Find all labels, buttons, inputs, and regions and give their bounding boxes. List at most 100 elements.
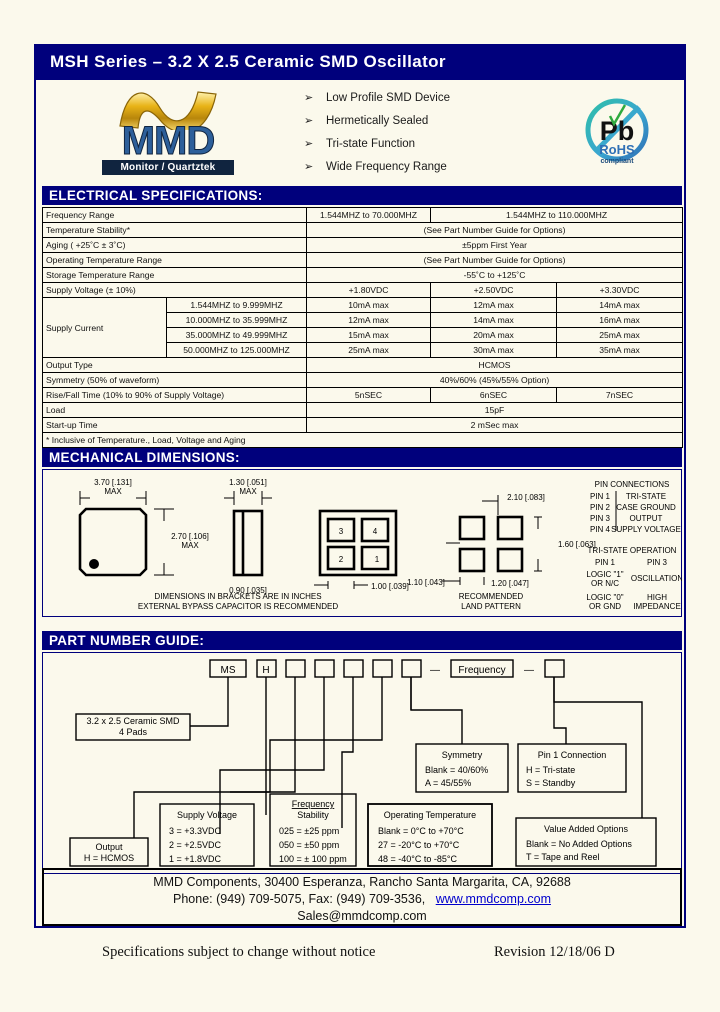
supply-current-value: 25mA max <box>306 342 432 358</box>
spec-value: -55˚C to +125˚C <box>306 267 684 283</box>
arrow-bullet-icon: ➢ <box>304 92 314 104</box>
table-row: Symmetry (50% of waveform) 40%/60% (45%/… <box>41 372 684 388</box>
tri-state-input: LOGIC "0" <box>586 593 623 602</box>
supply-current-value: 14mA max <box>556 297 684 313</box>
rohs-compliant-label: compliant <box>600 158 634 165</box>
page-title: MSH Series – 3.2 X 2.5 Ceramic SMD Oscil… <box>50 52 446 71</box>
pin-label: PIN 1 <box>590 492 611 501</box>
callout-pin1-line: H = Tri-state <box>526 765 575 775</box>
callout-supply-voltage-line: 2 = +2.5VDC <box>169 840 222 850</box>
list-item: ➢ Low Profile SMD Device <box>304 86 554 109</box>
supply-current-value: 15mA max <box>306 327 432 343</box>
supply-current-value: 25mA max <box>556 327 684 343</box>
callout-package-line1: 3.2 x 2.5 Ceramic SMD <box>86 716 180 726</box>
pin-label: PIN 2 <box>590 503 611 512</box>
pad-number: 1 <box>375 555 380 564</box>
spec-value: (See Part Number Guide for Options) <box>306 222 684 238</box>
spec-label: Start-up Time <box>41 417 308 433</box>
pad-number: 2 <box>339 555 344 564</box>
table-row: * Inclusive of Temperature., Load, Volta… <box>41 432 684 448</box>
callout-package-line2: 4 Pads <box>119 727 148 737</box>
spec-value: 5nSEC <box>306 387 432 403</box>
electrical-footnote: * Inclusive of Temperature., Load, Volta… <box>41 432 684 448</box>
feature-label: Tri-state Function <box>326 137 416 150</box>
spec-label: Supply Voltage (± 10%) <box>41 282 308 298</box>
pin-connections-title: PIN CONNECTIONS <box>595 480 670 489</box>
company-website-link[interactable]: www.mmdcomp.com <box>436 892 551 906</box>
spec-value: +3.30VDC <box>556 282 684 298</box>
company-address: MMD Components, 30400 Esperanza, Rancho … <box>153 875 571 889</box>
tri-state-col1: PIN 1 <box>595 558 616 567</box>
spec-label: Frequency Range <box>41 207 308 223</box>
spec-label: Symmetry (50% of waveform) <box>41 372 308 388</box>
list-item: ➢ Hermetically Sealed <box>304 109 554 132</box>
dim-pad-b: 1.00 [.039] <box>371 582 409 591</box>
supply-current-value: 30mA max <box>430 342 558 358</box>
table-row: Aging ( +25˚C ± 3˚C) ±5ppm First Year <box>41 237 684 253</box>
pad-number: 3 <box>339 527 344 536</box>
pin-label: PIN 3 <box>590 514 611 523</box>
supply-current-value: 35mA max <box>556 342 684 358</box>
electrical-specifications-table: Frequency Range 1.544MHZ to 70.000MHZ 1.… <box>41 207 684 448</box>
supply-current-value: 12mA max <box>306 312 432 328</box>
company-phone-fax: Phone: (949) 709-5075, Fax: (949) 709-35… <box>44 891 680 908</box>
supply-current-range: 35.000MHZ to 49.999MHZ <box>165 327 308 343</box>
dim-land-d: 1.20 [.047] <box>491 579 529 588</box>
list-item: ➢ Tri-state Function <box>304 132 554 155</box>
callout-frequency-stability-line: 025 = ±25 ppm <box>279 826 339 836</box>
supply-current-value: 14mA max <box>430 312 558 328</box>
hero-band: MMD Monitor / Quartztek ➢ Low Profile SM… <box>36 80 684 184</box>
supply-current-range: 50.000MHZ to 125.000MHZ <box>165 342 308 358</box>
tri-state-title: TRI-STATE OPERATION <box>588 546 677 555</box>
spec-label: Aging ( +25˚C ± 3˚C) <box>41 237 308 253</box>
table-row: Load 15pF <box>41 402 684 418</box>
pn-prefix-label: MS <box>221 665 236 676</box>
rohs-label: RoHS <box>599 142 635 157</box>
table-row: Supply Voltage (± 10%) +1.80VDC +2.50VDC… <box>41 282 684 298</box>
dim-width: 3.70 [.131] <box>94 478 132 487</box>
arrow-bullet-icon: ➢ <box>304 138 314 150</box>
table-row: Temperature Stability* (See Part Number … <box>41 222 684 238</box>
spec-value: +2.50VDC <box>430 282 558 298</box>
callout-frequency-stability-title1: Frequency <box>292 799 335 809</box>
supply-current-range: 10.000MHZ to 35.999MHZ <box>165 312 308 328</box>
company-email: Sales@mmdcomp.com <box>297 909 427 923</box>
bottom-notes: Specifications subject to change without… <box>34 944 686 972</box>
dim-width-note: MAX <box>104 487 122 496</box>
electrical-specifications-header: ELECTRICAL SPECIFICATIONS: <box>42 186 682 205</box>
pn-frequency-label: Frequency <box>458 665 505 676</box>
tri-state-output: IMPEDANCE <box>633 602 681 611</box>
spec-label: Rise/Fall Time (10% to 90% of Supply Vol… <box>41 387 308 403</box>
page-frame: MSH Series – 3.2 X 2.5 Ceramic SMD Oscil… <box>34 44 686 928</box>
land-pattern-caption: RECOMMENDED <box>459 592 524 601</box>
pin1-dot-icon <box>89 559 99 569</box>
pin-function: OUTPUT <box>630 514 663 523</box>
table-row: Storage Temperature Range -55˚C to +125˚… <box>41 267 684 283</box>
mmd-logo-tagline: Monitor / Quartztek <box>102 160 234 175</box>
supply-current-value: 20mA max <box>430 327 558 343</box>
callout-symmetry-title: Symmetry <box>442 750 483 760</box>
dim-land-a: 2.10 [.083] <box>507 493 545 502</box>
arrow-bullet-icon: ➢ <box>304 161 314 173</box>
tri-state-input: LOGIC "1" <box>586 570 623 579</box>
supply-current-value: 12mA max <box>430 297 558 313</box>
callout-output-line: H = HCMOS <box>84 853 134 863</box>
pn-package-label: H <box>262 665 269 676</box>
callout-symmetry-line: A = 45/55% <box>425 778 471 788</box>
mmd-logo-wordmark: MMD <box>121 119 216 163</box>
mechanical-note-1: DIMENSIONS IN BRACKETS ARE IN INCHES <box>154 592 321 601</box>
phone-fax-text: Phone: (949) 709-5075, Fax: (949) 709-35… <box>173 892 426 906</box>
rohs-compliant-icon: Pb RoHS compliant <box>585 98 649 165</box>
tri-state-output: OSCILLATION <box>631 574 682 583</box>
callout-operating-temperature-title: Operating Temperature <box>384 810 476 820</box>
callout-operating-temperature-line: Blank = 0°C to +70°C <box>378 826 464 836</box>
tri-state-col2: PIN 3 <box>647 558 668 567</box>
callout-output-title: Output <box>95 842 123 852</box>
callout-supply-voltage-line: 1 = +1.8VDC <box>169 854 222 864</box>
datasheet-page: MSH Series – 3.2 X 2.5 Ceramic SMD Oscil… <box>0 0 720 1012</box>
callout-operating-temperature-line: 27 = -20°C to +70°C <box>378 840 460 850</box>
spec-value: 2 mSec max <box>306 417 684 433</box>
callout-frequency-stability-line: 100 = ± 100 ppm <box>279 854 347 864</box>
spec-value: HCMOS <box>306 357 684 373</box>
callout-operating-temperature-line: 48 = -40°C to -85°C <box>378 854 457 864</box>
